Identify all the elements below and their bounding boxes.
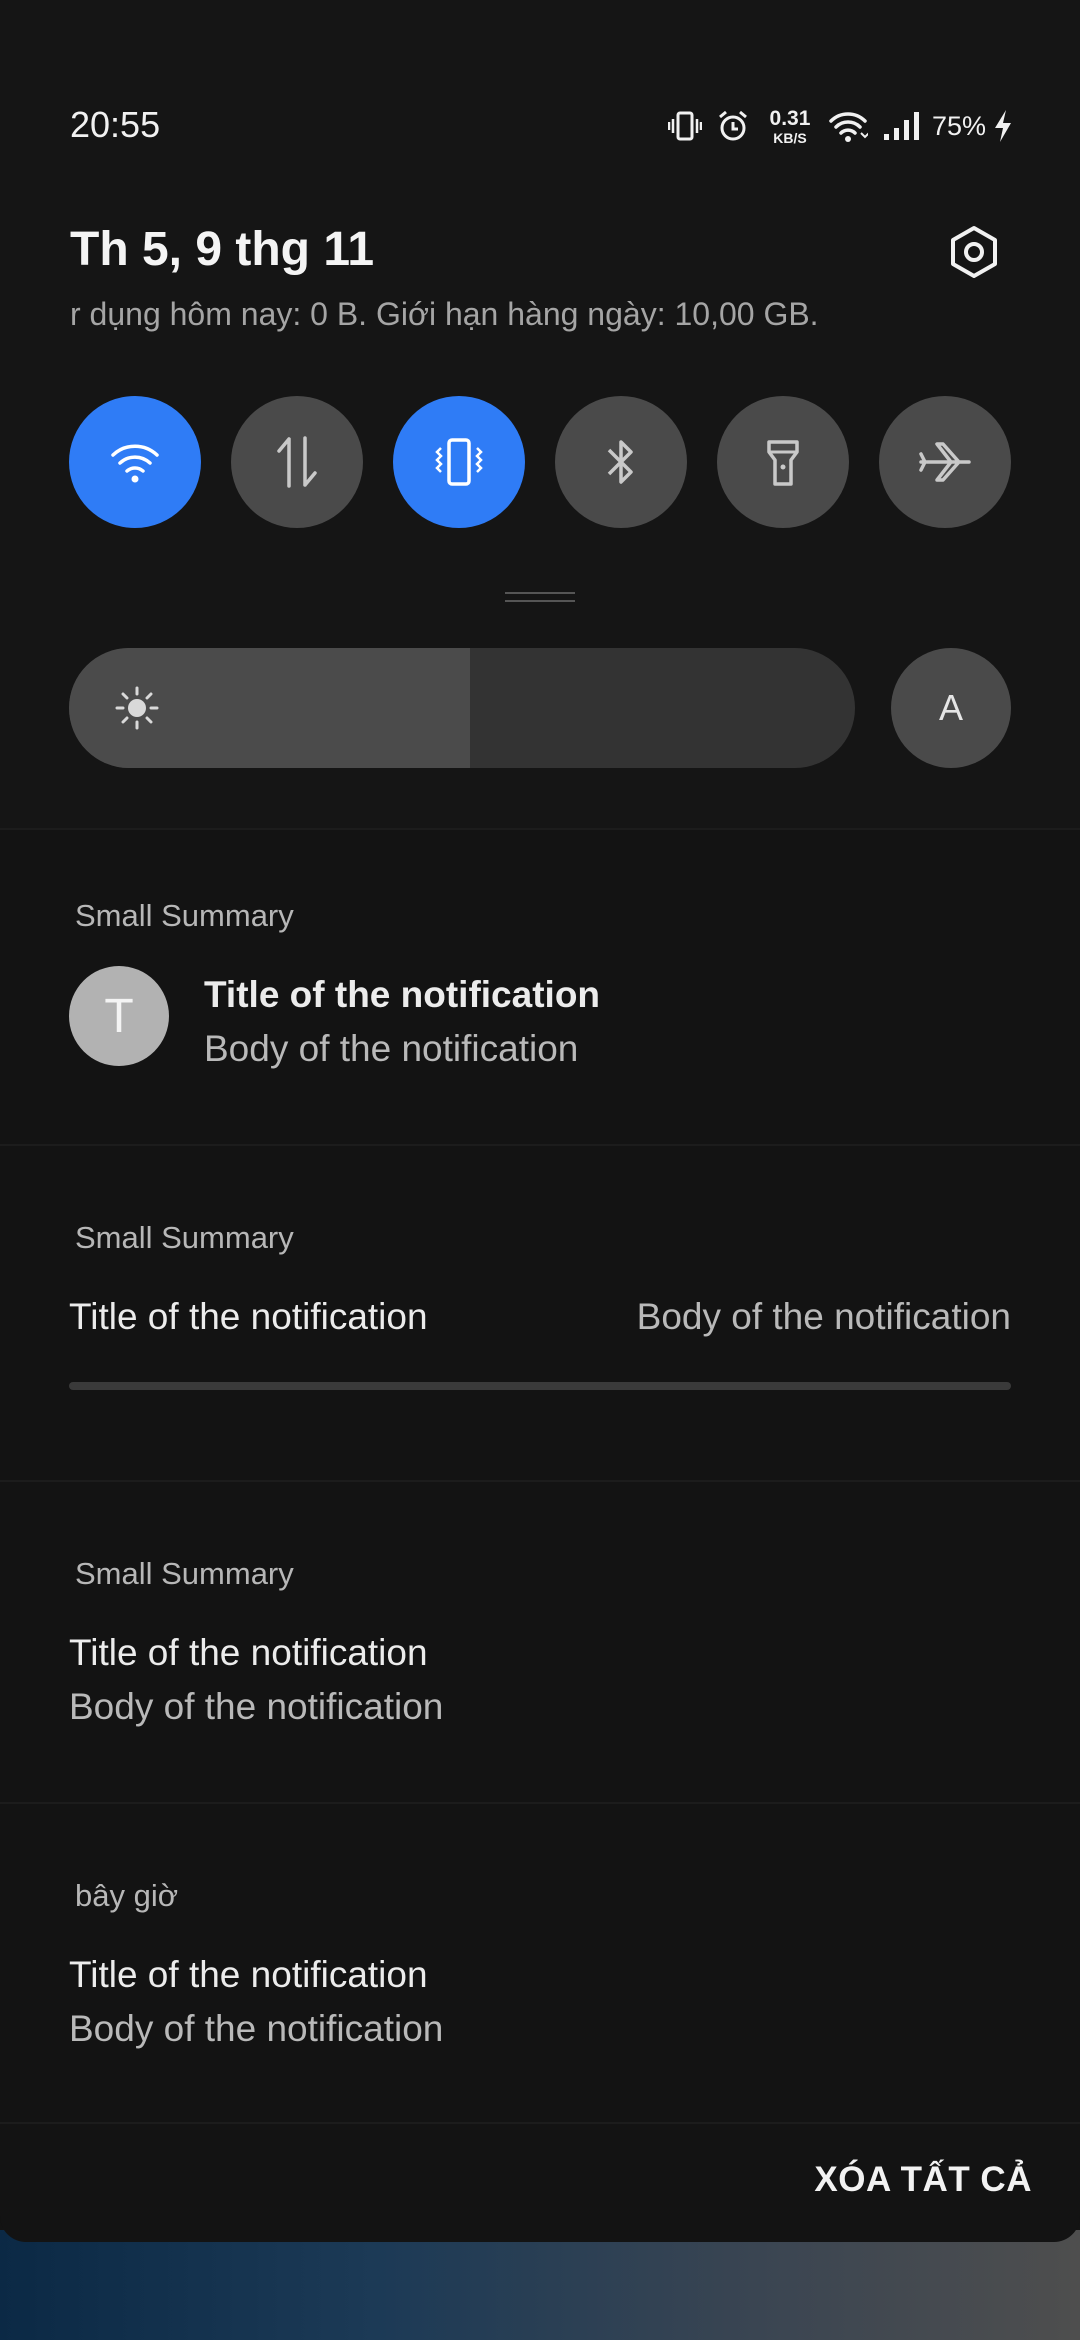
- notification-summary: bây giờ: [75, 1878, 179, 1913]
- brightness-slider[interactable]: [69, 648, 855, 768]
- vibrate-icon: [667, 109, 702, 143]
- avatar: T: [69, 966, 169, 1066]
- notification-body: Body of the notification: [204, 1028, 579, 1069]
- clear-all-button[interactable]: XÓA TẤT CẢ: [814, 2160, 1032, 2200]
- auto-brightness-button[interactable]: A: [891, 648, 1011, 768]
- quick-settings-header: 20:55 0.31 KB/S 75% Th 5, 9 thg 11 r dụn…: [0, 0, 1080, 828]
- flashlight-icon: [767, 440, 799, 486]
- notification-title: Title of the notification: [69, 1632, 428, 1673]
- divider: [0, 1802, 1080, 1804]
- status-bar: 20:55 0.31 KB/S 75%: [70, 98, 1014, 154]
- notification-body: Body of the notification: [69, 1686, 444, 1727]
- divider: [0, 2122, 1080, 2124]
- expand-handle[interactable]: [505, 592, 575, 604]
- progress-bar: [69, 1382, 1011, 1390]
- wallpaper: [0, 2230, 1080, 2340]
- divider: [0, 1144, 1080, 1146]
- wifi-toggle[interactable]: [69, 396, 201, 528]
- notification-body: Body of the notification: [636, 1296, 1011, 1337]
- data-arrows-icon: [277, 436, 317, 488]
- airplane-icon: [919, 442, 971, 482]
- battery-charging-icon: [992, 109, 1014, 143]
- vibrate-icon: [435, 438, 483, 486]
- divider: [0, 1480, 1080, 1482]
- clock: 20:55: [70, 104, 161, 145]
- notification-title: Title of the notification: [69, 1296, 428, 1337]
- notification-title: Title of the notification: [204, 974, 601, 1015]
- status-icons: 0.31 KB/S 75%: [667, 98, 1014, 154]
- date: Th 5, 9 thg 11: [70, 223, 375, 276]
- wifi-icon: [111, 444, 159, 483]
- notification-body: Body of the notification: [69, 2008, 444, 2049]
- sun-icon: [115, 686, 159, 730]
- bluetooth-toggle[interactable]: [555, 396, 687, 528]
- mobile-data-toggle[interactable]: [231, 396, 363, 528]
- wifi-icon: [828, 109, 868, 143]
- airplane-mode-toggle[interactable]: [879, 396, 1011, 528]
- cellular-signal-icon: [882, 110, 922, 142]
- quick-toggles-row: [69, 396, 1011, 528]
- alarm-icon: [716, 109, 750, 143]
- gear-icon: [951, 226, 997, 278]
- notification-summary: Small Summary: [75, 898, 294, 933]
- notification-summary: Small Summary: [75, 1220, 294, 1255]
- vibrate-toggle[interactable]: [393, 396, 525, 528]
- flashlight-toggle[interactable]: [717, 396, 849, 528]
- divider: [0, 828, 1080, 830]
- network-speed: 0.31 KB/S: [769, 106, 811, 146]
- battery-percent: 75%: [931, 110, 986, 141]
- bluetooth-icon: [607, 440, 633, 484]
- notification-shade: 20:55 0.31 KB/S 75% Th 5, 9 thg 11 r dụn…: [0, 0, 1080, 2242]
- notification-summary: Small Summary: [75, 1556, 294, 1591]
- settings-button[interactable]: [944, 222, 1004, 282]
- data-usage-text: r dụng hôm nay: 0 B. Giới hạn hàng ngày:…: [70, 296, 819, 332]
- notification-title: Title of the notification: [69, 1954, 428, 1995]
